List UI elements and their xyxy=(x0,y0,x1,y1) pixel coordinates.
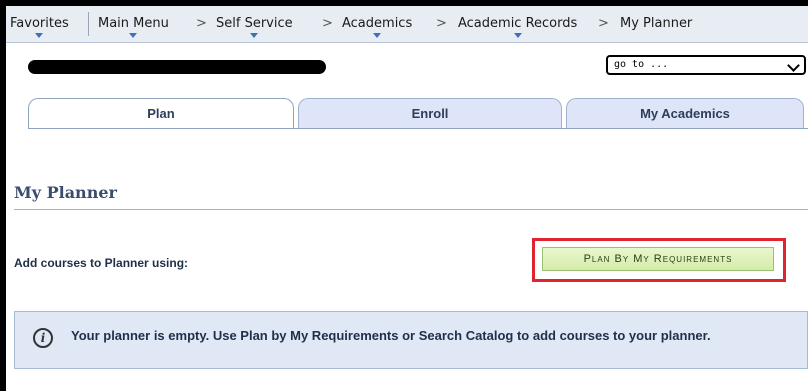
breadcrumb-separator: > xyxy=(598,16,609,31)
breadcrumb-divider xyxy=(88,12,89,36)
tab-plan[interactable]: Plan xyxy=(28,98,294,129)
chevron-down-icon xyxy=(787,59,800,72)
plan-by-my-requirements-button[interactable]: Plan By My Requirements xyxy=(542,247,774,271)
breadcrumb-main-menu[interactable]: Main Menu xyxy=(98,16,169,38)
breadcrumb-label: Self Service xyxy=(216,16,293,31)
tab-label: Enroll xyxy=(411,106,449,121)
info-icon: i xyxy=(33,328,53,348)
breadcrumb-separator: > xyxy=(196,16,207,31)
tab-label: My Academics xyxy=(640,106,730,121)
breadcrumb-academics[interactable]: Academics xyxy=(342,16,413,38)
breadcrumb-separator: > xyxy=(436,16,447,31)
frame-left-border xyxy=(0,0,6,391)
redacted-student-name xyxy=(28,60,326,74)
breadcrumb-label: Academic Records xyxy=(458,16,578,31)
tab-my-academics[interactable]: My Academics xyxy=(566,98,804,129)
dropdown-triangle-icon xyxy=(250,33,259,38)
goto-select[interactable]: go to ... xyxy=(606,55,806,75)
page-title: My Planner xyxy=(14,183,117,202)
goto-value: go to ... xyxy=(614,59,669,70)
dropdown-triangle-icon xyxy=(373,33,382,38)
tab-baseline xyxy=(28,128,808,129)
breadcrumb-academic-records[interactable]: Academic Records xyxy=(458,16,578,38)
dropdown-triangle-icon xyxy=(129,33,138,38)
title-divider xyxy=(14,209,808,210)
breadcrumb: Favorites Main Menu > Self Service > Aca… xyxy=(6,6,808,43)
breadcrumb-favorites[interactable]: Favorites xyxy=(10,16,69,38)
dropdown-triangle-icon xyxy=(513,33,522,38)
info-message-text: Your planner is empty. Use Plan by My Re… xyxy=(71,328,711,343)
dropdown-triangle-icon xyxy=(35,33,44,38)
info-message-box: i Your planner is empty. Use Plan by My … xyxy=(14,311,808,369)
breadcrumb-label: Main Menu xyxy=(98,16,169,31)
tab-label: Plan xyxy=(147,106,175,121)
add-courses-label: Add courses to Planner using: xyxy=(14,256,189,270)
tab-enroll[interactable]: Enroll xyxy=(298,98,562,129)
breadcrumb-self-service[interactable]: Self Service xyxy=(216,16,293,38)
breadcrumb-label: My Planner xyxy=(620,16,693,31)
breadcrumb-separator: > xyxy=(322,16,333,31)
breadcrumb-label: Favorites xyxy=(10,16,69,31)
breadcrumb-my-planner[interactable]: My Planner xyxy=(620,16,692,31)
breadcrumb-label: Academics xyxy=(342,16,413,31)
